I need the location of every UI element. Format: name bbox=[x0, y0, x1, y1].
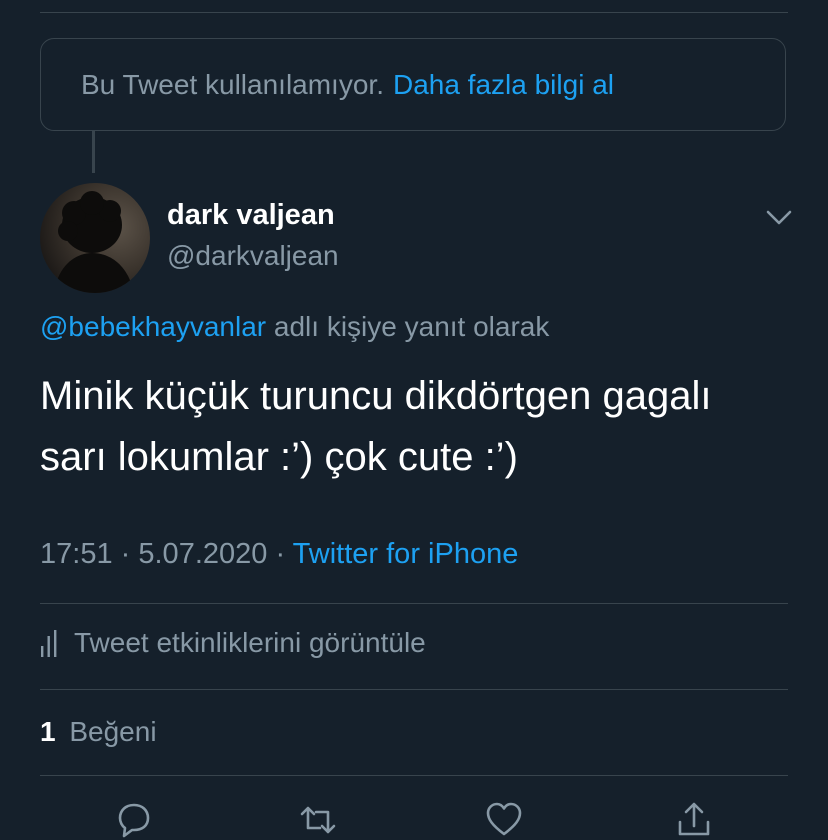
reply-mention-link[interactable]: @bebekhayvanlar bbox=[40, 311, 266, 342]
tweet-metadata: 17:51 · 5.07.2020 · Twitter for iPhone bbox=[40, 538, 518, 571]
unavailable-text: Bu Tweet kullanılamıyor. bbox=[81, 68, 384, 100]
thread-connector-line bbox=[92, 131, 95, 173]
tweet-text: Minik küçük turuncu dikdörtgen gagalı sa… bbox=[40, 366, 800, 488]
tweet-activity-button[interactable]: Tweet etkinliklerini görüntüle bbox=[40, 627, 426, 659]
tweet-activity-label: Tweet etkinliklerini görüntüle bbox=[74, 627, 426, 658]
author-name[interactable]: dark valjean bbox=[167, 199, 335, 232]
tweet-date[interactable]: 5.07.2020 bbox=[138, 538, 267, 570]
likes-label: Beğeni bbox=[69, 716, 157, 747]
tweet-text-line-2: sarı lokumlar :’) çok cute :’) bbox=[40, 435, 518, 479]
likes-summary[interactable]: 1 Beğeni bbox=[40, 716, 157, 748]
divider bbox=[40, 603, 788, 604]
analytics-bars-icon bbox=[41, 630, 57, 657]
top-divider bbox=[40, 12, 788, 13]
author-handle[interactable]: @darkvaljean bbox=[167, 240, 339, 272]
learn-more-link[interactable]: Daha fazla bilgi al bbox=[393, 69, 614, 101]
reply-icon[interactable] bbox=[114, 800, 154, 840]
divider bbox=[40, 775, 788, 776]
meta-separator: · bbox=[275, 538, 286, 570]
heart-icon[interactable] bbox=[484, 800, 524, 840]
avatar-silhouette bbox=[54, 191, 134, 293]
retweet-icon[interactable] bbox=[298, 800, 338, 840]
reply-context-label: adlı kişiye yanıt olarak bbox=[273, 311, 550, 342]
meta-separator: · bbox=[120, 538, 131, 570]
reply-context: @bebekhayvanlar adlı kişiye yanıt olarak bbox=[40, 311, 549, 343]
likes-count: 1 bbox=[40, 716, 56, 747]
unavailable-tweet-notice: Bu Tweet kullanılamıyor. Daha fazla bilg… bbox=[40, 38, 786, 131]
chevron-down-icon[interactable] bbox=[764, 205, 794, 229]
tweet-time[interactable]: 17:51 bbox=[40, 538, 113, 570]
tweet-source-link[interactable]: Twitter for iPhone bbox=[293, 538, 519, 570]
tweet-text-line-1: Minik küçük turuncu dikdörtgen gagalı bbox=[40, 374, 712, 418]
avatar[interactable] bbox=[40, 183, 150, 293]
share-icon[interactable] bbox=[674, 800, 714, 840]
divider bbox=[40, 689, 788, 690]
